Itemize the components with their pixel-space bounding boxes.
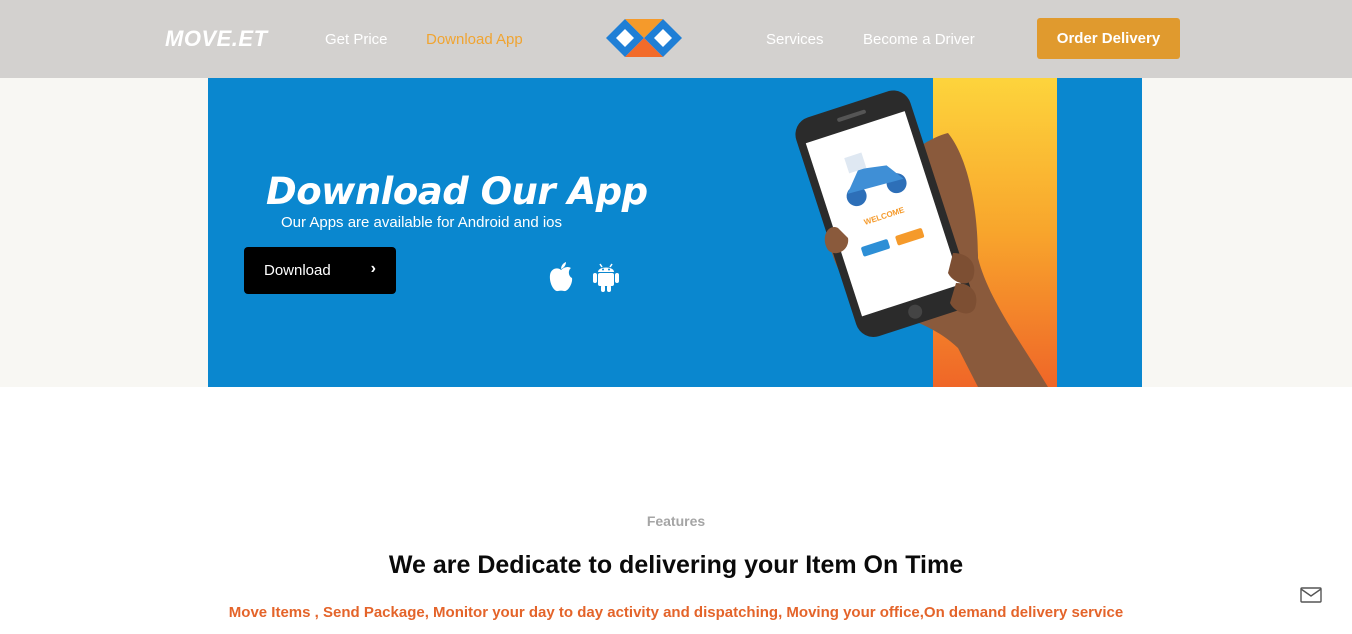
download-button[interactable]: Download › xyxy=(244,247,396,294)
phone-in-hand-illustration: WELCOME xyxy=(795,90,1048,387)
order-delivery-button[interactable]: Order Delivery xyxy=(1037,18,1180,59)
features-subtitle: Move Items , Send Package, Monitor your … xyxy=(228,604,1124,621)
mail-icon[interactable] xyxy=(1300,587,1322,603)
brand-logo[interactable]: MOVE.ET xyxy=(165,26,268,52)
features-title: We are Dedicate to delivering your Item … xyxy=(388,551,964,579)
download-button-label: Download xyxy=(264,262,331,279)
site-header: MOVE.ET Get Price Download App Services … xyxy=(0,0,1352,78)
chevron-right-icon: › xyxy=(370,260,376,277)
download-app-banner: WELCOME Download Our App Our Apps are av… xyxy=(208,78,1142,387)
banner-title: Download Our App xyxy=(266,170,648,213)
brand-mark-icon[interactable] xyxy=(604,14,684,62)
android-icon[interactable] xyxy=(592,261,620,293)
nav-download-app[interactable]: Download App xyxy=(426,31,523,48)
nav-get-price[interactable]: Get Price xyxy=(325,31,388,48)
nav-services[interactable]: Services xyxy=(766,31,824,48)
features-label: Features xyxy=(646,513,706,529)
apple-icon[interactable] xyxy=(548,261,574,293)
nav-become-driver[interactable]: Become a Driver xyxy=(863,31,975,48)
banner-subtitle: Our Apps are available for Android and i… xyxy=(281,214,563,231)
